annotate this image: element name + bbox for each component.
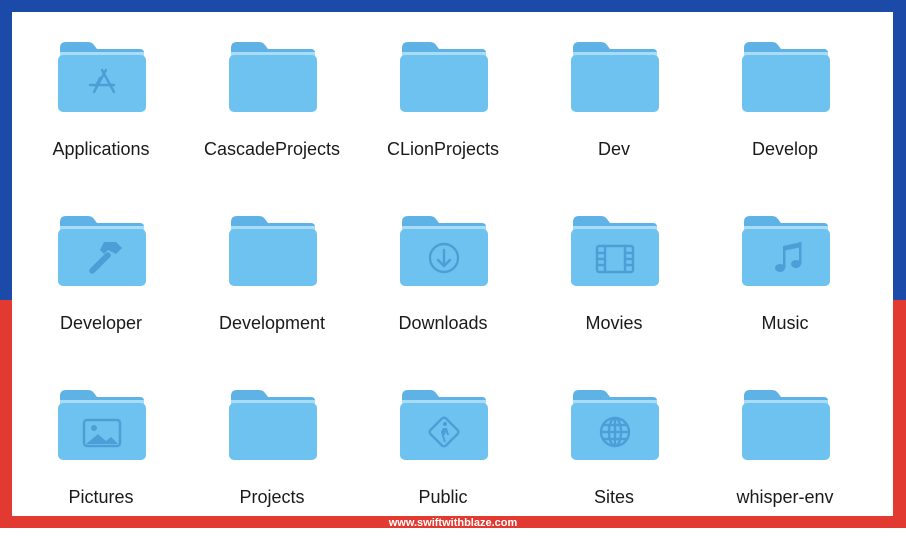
folder-icon: [569, 38, 661, 114]
folder-music-note-icon: [740, 212, 832, 288]
folder-item-clionprojects[interactable]: CLionProjects: [358, 12, 528, 172]
folder-icon: [227, 38, 319, 114]
folder-photo-icon: [56, 386, 148, 462]
folder-label: Pictures: [68, 487, 134, 507]
folder-label: whisper-env: [736, 487, 834, 507]
folder-app-store-icon: [56, 38, 148, 114]
folder-item-pictures[interactable]: Pictures: [16, 360, 186, 516]
folder-label: Applications: [52, 139, 150, 159]
folder-icon: [740, 38, 832, 114]
folder-item-public[interactable]: Public: [358, 360, 528, 516]
folder-download-icon: [398, 212, 490, 288]
folder-label: Development: [218, 313, 326, 333]
folder-icon: [740, 386, 832, 462]
folder-label: Public: [418, 487, 468, 507]
folder-item-music[interactable]: Music: [700, 186, 870, 346]
folder-icon: [227, 212, 319, 288]
folder-item-dev[interactable]: Dev: [529, 12, 699, 172]
folder-hammer-icon: [56, 212, 148, 288]
folder-item-develop[interactable]: Develop: [700, 12, 870, 172]
folder-label: Movies: [585, 313, 643, 333]
watermark-text: www.swiftwithblaze.com: [388, 517, 518, 529]
folder-pedestrian-sign-icon: [398, 386, 490, 462]
folder-label: Developer: [59, 313, 143, 333]
folder-label: Develop: [751, 139, 819, 159]
finder-icon-view: Applications CascadeProjects CLionProjec…: [12, 12, 893, 516]
folder-label: Sites: [593, 487, 635, 507]
folder-item-whisper-env[interactable]: whisper-env: [700, 360, 870, 516]
folder-label: Downloads: [398, 313, 488, 333]
folder-label: CascadeProjects: [203, 139, 341, 159]
folder-icon: [398, 38, 490, 114]
folder-item-applications[interactable]: Applications: [16, 12, 186, 172]
folder-label: Music: [761, 313, 809, 333]
folder-item-movies[interactable]: Movies: [529, 186, 699, 346]
folder-item-projects[interactable]: Projects: [187, 360, 357, 516]
folder-icon: [227, 386, 319, 462]
folder-item-cascadeprojects[interactable]: CascadeProjects: [187, 12, 357, 172]
folder-film-icon: [569, 212, 661, 288]
folder-grid: Applications CascadeProjects CLionProjec…: [12, 12, 893, 516]
folder-item-developer[interactable]: Developer: [16, 186, 186, 346]
folder-globe-icon: [569, 386, 661, 462]
folder-label: Projects: [239, 487, 305, 507]
folder-item-downloads[interactable]: Downloads: [358, 186, 528, 346]
folder-label: CLionProjects: [386, 139, 500, 159]
folder-item-sites[interactable]: Sites: [529, 360, 699, 516]
folder-item-development[interactable]: Development: [187, 186, 357, 346]
folder-label: Dev: [597, 139, 630, 159]
